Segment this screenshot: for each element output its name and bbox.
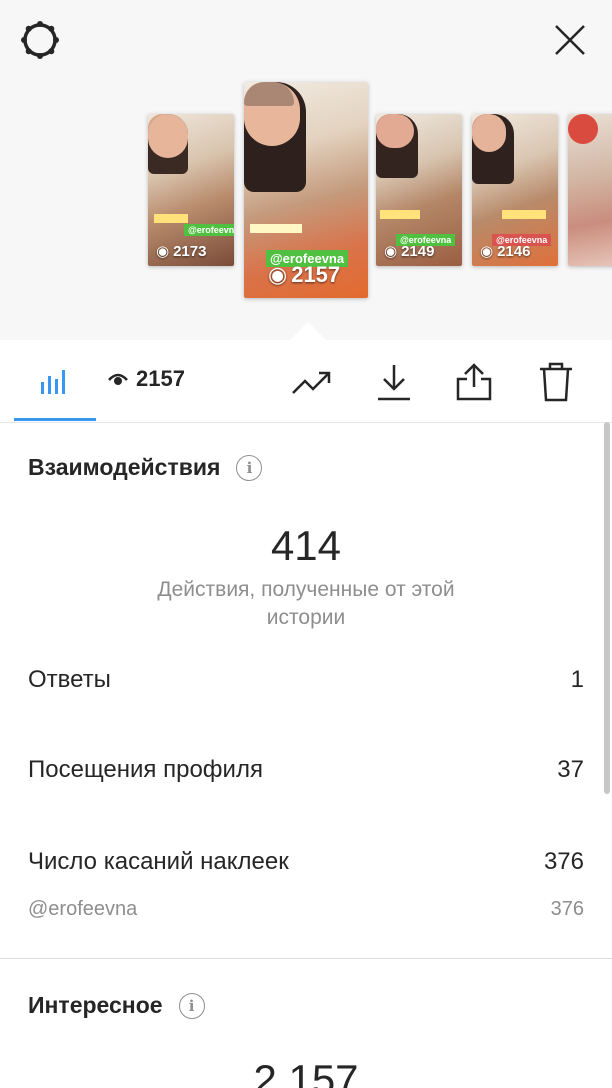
metric-label: Ответы (28, 666, 111, 693)
metric-row: Число касаний наклеек 376 (28, 848, 584, 876)
view-count: ◉ 2173 (156, 242, 207, 261)
eye-icon: ◉ (480, 243, 494, 260)
share-button[interactable] (452, 360, 496, 404)
story-thumbnail[interactable]: @erofeevna ◉ 2149 (376, 114, 462, 266)
bar-chart-icon (41, 370, 65, 394)
story-thumbnail[interactable]: @erofeevna ◉2173 (148, 114, 234, 266)
discovery-total: 2 157 (253, 1056, 359, 1088)
download-button[interactable] (372, 360, 416, 404)
metric-label: Посещения профиля (28, 756, 263, 783)
view-count: ◉ 2149 (384, 242, 435, 261)
download-icon (378, 365, 410, 401)
mention-sticker: @erofeevna (184, 224, 234, 236)
sticker-subrow: @erofeevna 376 (28, 898, 584, 921)
promote-button[interactable] (290, 360, 334, 404)
scrollbar[interactable] (604, 422, 610, 794)
selected-indicator (290, 322, 326, 340)
section-title: Взаимодействия (28, 454, 221, 480)
metric-value: 1 (570, 666, 584, 693)
trash-icon (540, 362, 572, 402)
story-thumbnail[interactable]: @erofeevna ◉ 2146 (472, 114, 558, 266)
interactions-total: 414 (270, 522, 342, 569)
story-toolbar: 2157 (0, 340, 612, 422)
metric-label: Число касаний наклеек (28, 848, 289, 875)
metric-value: 376 (543, 848, 584, 875)
story-carousel: @erofeevna ◉2173 @erofeevna ◉2157 @erofe… (0, 0, 612, 340)
close-icon (555, 25, 585, 55)
share-icon (456, 363, 492, 401)
toolbar-divider (0, 422, 612, 423)
gear-icon (21, 21, 59, 59)
section-divider (0, 958, 612, 959)
close-button[interactable] (546, 16, 594, 64)
info-icon[interactable]: i (236, 454, 263, 481)
story-thumbnail-selected[interactable]: @erofeevna ◉ 2157 (244, 82, 368, 298)
trend-icon (292, 371, 331, 394)
eye-icon: ◉ (156, 243, 170, 260)
metric-row: Ответы 1 (28, 666, 584, 694)
story-thumbnail[interactable] (568, 114, 612, 266)
viewers-count: 2157 (136, 366, 185, 391)
eye-icon (108, 373, 128, 385)
settings-button[interactable] (16, 16, 64, 64)
interactions-subtitle: Действия, полученные от этой истории (157, 578, 455, 629)
active-tab-indicator (14, 418, 96, 421)
delete-button[interactable] (534, 360, 578, 404)
view-count: ◉ 2146 (480, 242, 531, 261)
view-count: ◉ 2157 (268, 262, 341, 287)
metric-row: Посещения профиля 37 (28, 756, 584, 784)
section-title: Интересное (28, 992, 163, 1018)
info-icon[interactable]: i (178, 992, 205, 1019)
discovery-header: Интересное i (28, 992, 205, 1019)
tab-insights[interactable] (14, 340, 96, 422)
sticker-username: @erofeevna (28, 898, 138, 920)
metric-value: 37 (557, 756, 584, 783)
eye-icon: ◉ (384, 243, 398, 260)
tab-viewers[interactable]: 2157 (108, 366, 185, 392)
interactions-header: Взаимодействия i (28, 454, 263, 481)
eye-icon: ◉ (268, 262, 288, 287)
sticker-taps: 376 (550, 898, 584, 920)
